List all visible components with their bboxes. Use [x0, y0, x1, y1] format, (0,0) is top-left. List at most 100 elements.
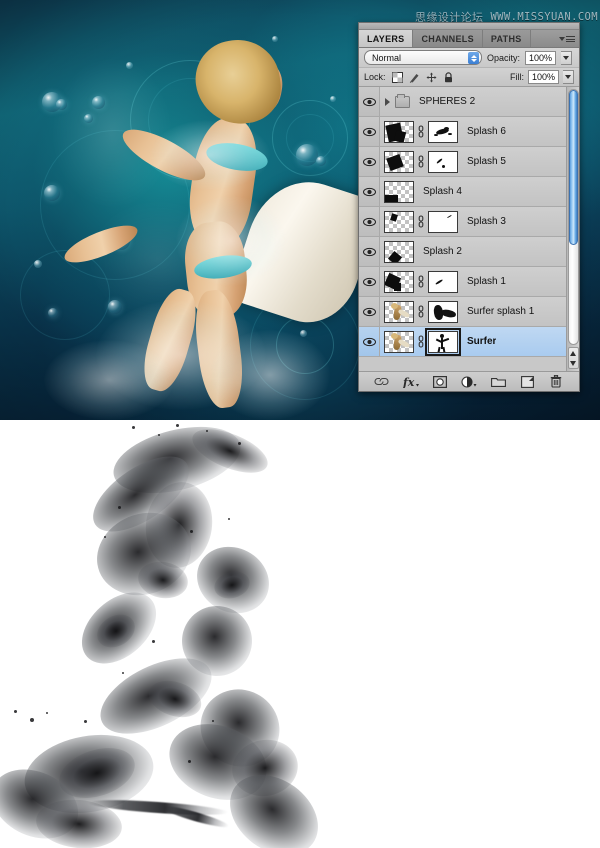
delete-layer-icon[interactable]: [548, 374, 565, 389]
table-row[interactable]: Splash 1: [359, 267, 566, 297]
layer-visibility-toggle[interactable]: [359, 177, 380, 206]
scrollbar-track[interactable]: [567, 89, 579, 345]
layer-list-scrollbar[interactable]: [566, 87, 579, 371]
eye-icon: [362, 157, 376, 166]
layer-list[interactable]: SPHERES 2 Splash 6 Splash 5 Splash 4 Spl…: [359, 87, 566, 371]
spray-dot: [238, 442, 241, 445]
layer-mask-link-icon[interactable]: [417, 155, 425, 169]
layer-name: SPHERES 2: [419, 96, 476, 107]
water-droplet: [126, 62, 133, 69]
svg-text:fx: fx: [403, 376, 415, 388]
lock-image-pixels-icon[interactable]: [409, 72, 420, 83]
group-disclosure-icon[interactable]: [380, 97, 394, 106]
water-droplet: [272, 36, 278, 42]
water-bubble: [92, 96, 105, 109]
scrollbar-arrows[interactable]: [567, 347, 579, 369]
spray-dot: [158, 434, 160, 436]
fill-label: Fill:: [510, 72, 524, 82]
water-splash: [44, 340, 174, 420]
water-bubble: [84, 114, 93, 123]
table-row[interactable]: Surfer splash 1: [359, 297, 566, 327]
new-group-icon[interactable]: [490, 374, 507, 389]
opacity-label: Opacity:: [487, 52, 521, 63]
layer-thumbnail[interactable]: [384, 330, 414, 353]
scrollbar-thumb[interactable]: [568, 90, 578, 245]
spray-dot: [30, 718, 34, 722]
surfer-photo-composite: 思缘设计论坛 WWW.MISSYUAN.COM LAYERS CHANNELS …: [0, 0, 600, 420]
scroll-up-arrow-icon: [570, 350, 576, 356]
lock-row: Lock: Fill: 100%: [359, 68, 579, 87]
spray-dot: [176, 424, 179, 427]
layer-mask-link-icon[interactable]: [417, 125, 425, 139]
fill-input[interactable]: 100%: [528, 70, 559, 84]
light-blob: [52, 58, 172, 208]
layer-mask-thumbnail[interactable]: [428, 270, 458, 293]
water-bubble: [316, 156, 326, 166]
spray-dot: [152, 640, 155, 643]
tab-channels[interactable]: CHANNELS: [413, 30, 483, 47]
layer-visibility-toggle[interactable]: [359, 327, 380, 356]
blend-mode-value: Normal: [372, 52, 402, 63]
blend-mode-select[interactable]: Normal: [364, 50, 482, 65]
tab-paths[interactable]: PATHS: [482, 30, 531, 47]
layer-mask-thumbnail[interactable]: [428, 120, 458, 143]
layer-thumbnail[interactable]: [384, 150, 414, 173]
layer-mask-thumbnail[interactable]: [425, 327, 461, 356]
layer-visibility-toggle[interactable]: [359, 117, 380, 146]
layer-thumbnail[interactable]: [384, 300, 414, 323]
table-row[interactable]: SPHERES 2: [359, 87, 566, 117]
layer-mask-link-icon[interactable]: [417, 215, 425, 229]
panel-menu-icon[interactable]: [559, 33, 575, 45]
layer-visibility-toggle[interactable]: [359, 297, 380, 326]
link-layers-icon[interactable]: [373, 374, 390, 389]
layer-mask-link-icon[interactable]: [417, 305, 425, 319]
table-row[interactable]: Surfer: [359, 327, 566, 357]
layer-visibility-toggle[interactable]: [359, 267, 380, 296]
layer-visibility-toggle[interactable]: [359, 87, 380, 116]
layer-mask-thumbnail[interactable]: [428, 300, 458, 323]
blend-mode-row: Normal Opacity: 100%: [359, 48, 579, 68]
layer-visibility-toggle[interactable]: [359, 237, 380, 266]
layer-mask-link-icon[interactable]: [417, 275, 425, 289]
eye-icon: [362, 217, 376, 226]
layer-thumbnail[interactable]: [384, 180, 414, 203]
layer-mask-thumbnail[interactable]: [428, 210, 458, 233]
table-row[interactable]: Splash 2: [359, 237, 566, 267]
new-layer-icon[interactable]: [519, 374, 536, 389]
table-row[interactable]: Splash 4: [359, 177, 566, 207]
spray-dot: [190, 530, 193, 533]
layer-thumbnail[interactable]: [384, 210, 414, 233]
blend-mode-stepper-icon[interactable]: [468, 52, 479, 64]
lock-all-icon[interactable]: [443, 71, 454, 83]
layer-style-fx-icon[interactable]: fx: [402, 374, 419, 389]
table-row[interactable]: Splash 5: [359, 147, 566, 177]
spray-dot: [118, 506, 121, 509]
layer-visibility-toggle[interactable]: [359, 147, 380, 176]
opacity-input[interactable]: 100%: [525, 50, 557, 65]
layer-thumbnail[interactable]: [384, 270, 414, 293]
panel-titlebar[interactable]: [359, 23, 579, 30]
layer-visibility-toggle[interactable]: [359, 207, 380, 236]
spray-dot: [122, 672, 124, 674]
tab-layers[interactable]: LAYERS: [359, 30, 414, 47]
spray-dot: [104, 536, 106, 538]
watermark-url: WWW.MISSYUAN.COM: [490, 10, 598, 23]
layer-mask-preview-section: Layer mask: [0, 420, 600, 848]
fill-dropdown-icon[interactable]: [563, 70, 574, 84]
water-droplet: [34, 260, 42, 268]
photoshop-layers-panel[interactable]: LAYERS CHANNELS PATHS Normal Opacity: 10…: [358, 22, 580, 392]
opacity-dropdown-icon[interactable]: [561, 50, 573, 65]
spray-dot: [212, 720, 214, 722]
layer-mask-thumbnail[interactable]: [428, 150, 458, 173]
lock-transparent-pixels-icon[interactable]: [391, 71, 403, 83]
panel-footer-toolbar: fx: [359, 371, 579, 391]
layer-mask-link-icon[interactable]: [417, 335, 425, 349]
table-row[interactable]: Splash 3: [359, 207, 566, 237]
new-adjustment-layer-icon[interactable]: [460, 374, 477, 389]
layer-thumbnail[interactable]: [384, 240, 414, 263]
add-layer-mask-icon[interactable]: [431, 374, 448, 389]
table-row[interactable]: Splash 6: [359, 117, 566, 147]
layer-thumbnail[interactable]: [384, 120, 414, 143]
lock-position-icon[interactable]: [426, 72, 437, 83]
water-bubble: [48, 308, 58, 318]
